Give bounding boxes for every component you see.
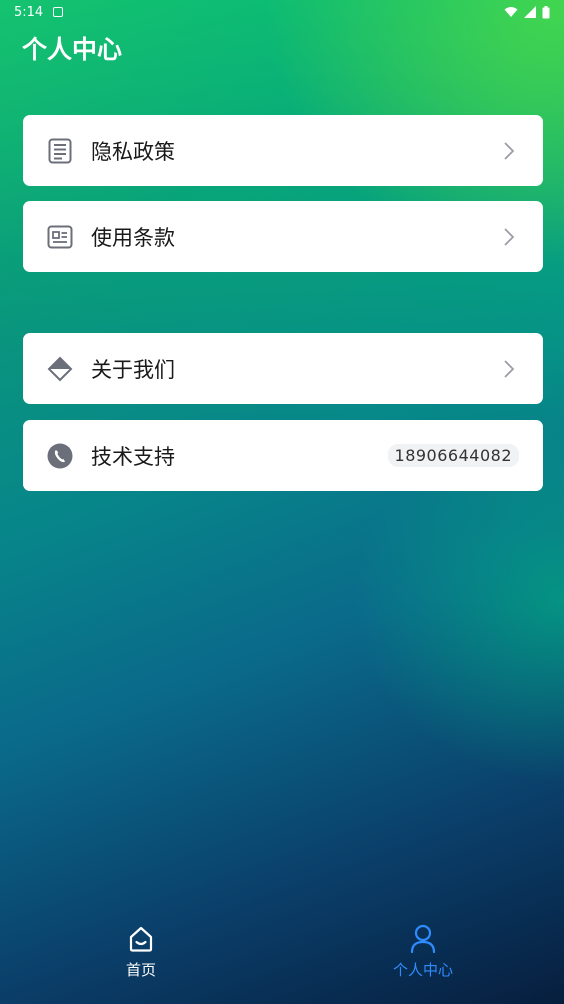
user-icon — [408, 924, 438, 954]
diamond-icon — [47, 356, 73, 382]
tab-home-label: 首页 — [125, 961, 156, 979]
chevron-right-icon — [503, 359, 519, 378]
support-phone-number[interactable]: 18906644082 — [387, 444, 519, 467]
page-title: 个人中心 — [22, 35, 123, 64]
about-us-label: 关于我们 — [91, 357, 175, 382]
technical-support-label: 技术支持 — [91, 444, 175, 469]
bottom-tab-bar: 首页 个人中心 — [0, 912, 564, 1004]
document-list-icon — [47, 138, 73, 164]
technical-support-item[interactable]: 技术支持 18906644082 — [23, 420, 543, 491]
chevron-right-icon — [503, 141, 519, 160]
chevron-right-icon — [503, 227, 519, 246]
tab-profile[interactable]: 个人中心 — [282, 912, 564, 1004]
battery-icon — [542, 5, 550, 18]
status-time: 5:14 — [14, 4, 44, 20]
id-card-icon — [47, 224, 73, 250]
notification-icon — [53, 7, 64, 17]
about-us-item[interactable]: 关于我们 — [23, 333, 543, 404]
privacy-policy-label: 隐私政策 — [91, 139, 175, 164]
phone-icon — [47, 443, 73, 469]
terms-of-use-label: 使用条款 — [91, 225, 175, 250]
wifi-icon — [504, 7, 518, 17]
terms-of-use-item[interactable]: 使用条款 — [23, 201, 543, 272]
tab-profile-label: 个人中心 — [392, 961, 453, 979]
tab-home[interactable]: 首页 — [0, 912, 282, 1004]
privacy-policy-item[interactable]: 隐私政策 — [23, 115, 543, 186]
home-icon — [126, 924, 156, 954]
status-bar: 5:14 — [0, 0, 564, 24]
signal-icon — [524, 6, 536, 18]
